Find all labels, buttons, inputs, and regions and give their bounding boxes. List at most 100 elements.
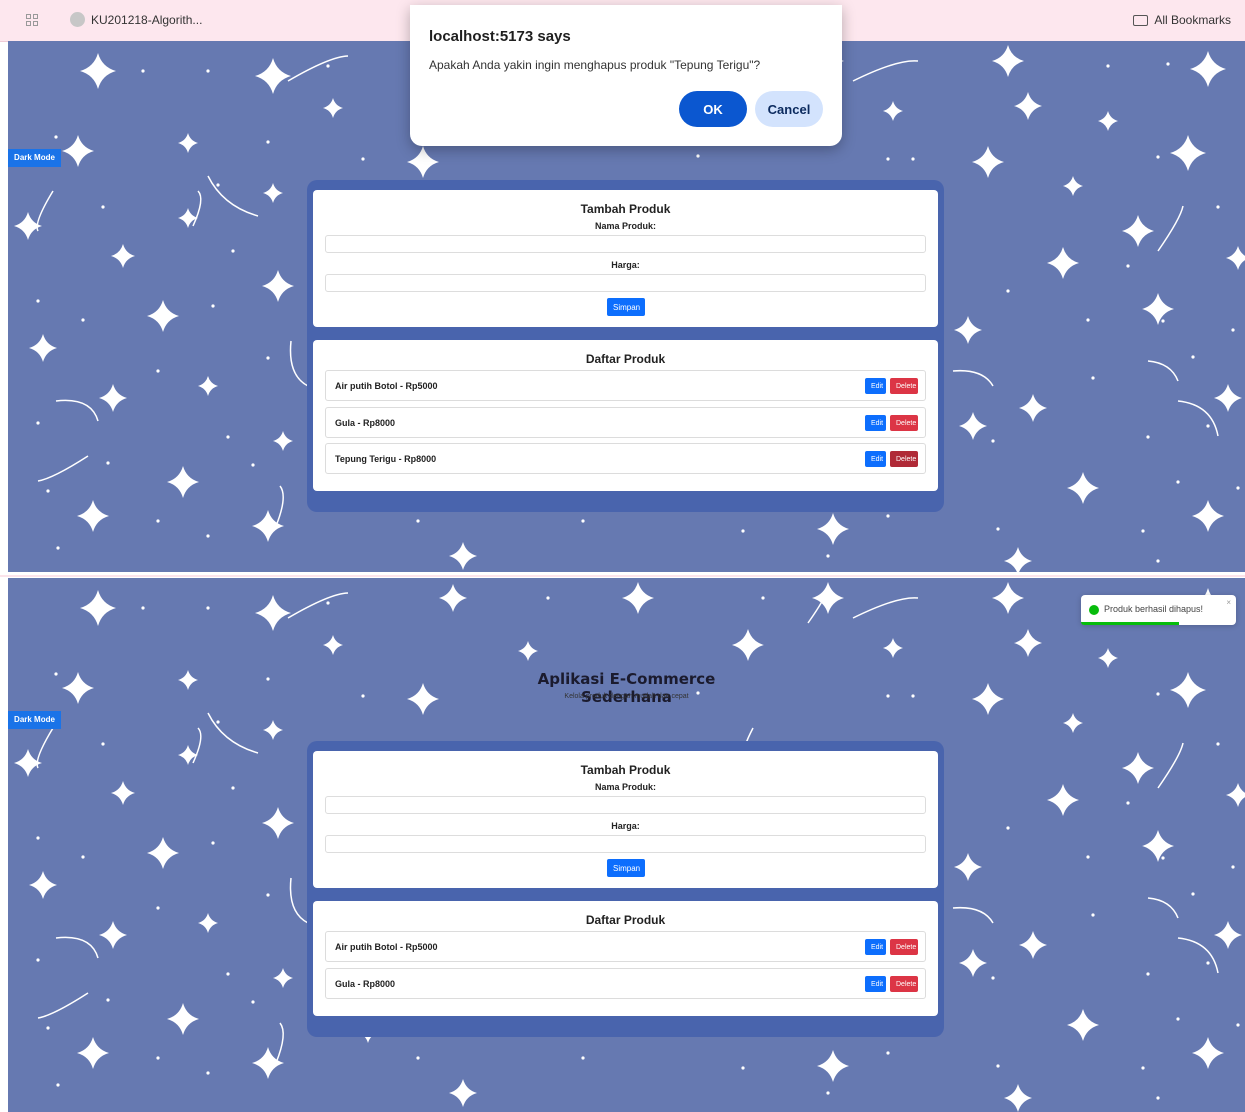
- product-text: Air putih Botol - Rp5000: [335, 942, 438, 952]
- product-name-input[interactable]: [325, 796, 926, 814]
- dot-shape: [141, 606, 145, 610]
- save-button[interactable]: Simpan: [607, 859, 645, 877]
- bookmark-item[interactable]: KU201218-Algorith...: [91, 13, 202, 27]
- star-icon: [1063, 713, 1083, 733]
- star-icon: [959, 949, 987, 977]
- dot-shape: [251, 1000, 255, 1004]
- price-input[interactable]: [325, 835, 926, 853]
- dialog-message: Apakah Anda yakin ingin menghapus produk…: [429, 58, 761, 72]
- star-icon: [1214, 921, 1242, 949]
- toast-progress-bar: [1081, 622, 1179, 625]
- dot-shape: [226, 972, 230, 976]
- star-icon: [622, 582, 654, 614]
- dot-shape: [416, 1056, 420, 1060]
- star-icon: [252, 1047, 284, 1079]
- dot-shape: [101, 742, 105, 746]
- shooting-star-trail: [1157, 742, 1184, 789]
- check-circle-icon: [1089, 605, 1099, 615]
- star-icon: [255, 595, 291, 631]
- delete-button[interactable]: Delete: [890, 451, 918, 467]
- delete-button[interactable]: Delete: [890, 976, 918, 992]
- shooting-star-trail: [192, 727, 202, 764]
- product-name-input[interactable]: [325, 235, 926, 253]
- product-name-label: Nama Produk:: [594, 221, 656, 231]
- dot-shape: [416, 519, 420, 523]
- dot-shape: [1206, 961, 1210, 965]
- dot-shape: [326, 64, 330, 68]
- star-icon: [262, 270, 294, 302]
- dot-shape: [886, 157, 890, 161]
- dot-shape: [106, 998, 110, 1002]
- dot-shape: [36, 958, 40, 962]
- star-icon: [111, 781, 135, 805]
- shooting-star-trail: [1177, 400, 1219, 437]
- edit-button[interactable]: Edit: [865, 939, 886, 955]
- dot-shape: [1006, 826, 1010, 830]
- confirm-dialog: localhost:5173 says Apakah Anda yakin in…: [410, 5, 842, 146]
- delete-button[interactable]: Delete: [890, 939, 918, 955]
- dot-shape: [696, 154, 700, 158]
- dot-shape: [826, 554, 830, 558]
- dot-shape: [1141, 529, 1145, 533]
- dark-mode-button[interactable]: Dark Mode: [8, 149, 61, 167]
- star-icon: [959, 412, 987, 440]
- dot-shape: [1156, 692, 1160, 696]
- edit-button[interactable]: Edit: [865, 415, 886, 431]
- add-product-card: Tambah Produk Nama Produk: Harga: Simpan: [313, 190, 938, 327]
- star-icon: [1226, 246, 1245, 270]
- dot-shape: [1231, 328, 1235, 332]
- star-icon: [178, 133, 198, 153]
- dot-shape: [216, 720, 220, 724]
- dot-shape: [1161, 319, 1165, 323]
- ok-button[interactable]: OK: [679, 91, 747, 127]
- dot-shape: [1236, 1023, 1240, 1027]
- save-button[interactable]: Simpan: [607, 298, 645, 316]
- edit-button[interactable]: Edit: [865, 378, 886, 394]
- apps-grid-icon[interactable]: [26, 14, 38, 26]
- dot-shape: [46, 489, 50, 493]
- shooting-star-trail: [36, 190, 54, 232]
- dot-shape: [1206, 424, 1210, 428]
- edit-button[interactable]: Edit: [865, 976, 886, 992]
- list-item: Tepung Terigu - Rp8000 Edit Delete: [325, 443, 926, 474]
- shooting-star-trail: [287, 55, 349, 82]
- success-toast[interactable]: Produk berhasil dihapus! ×: [1081, 595, 1236, 625]
- star-icon: [1067, 472, 1099, 504]
- dot-shape: [266, 893, 270, 897]
- dot-shape: [1006, 289, 1010, 293]
- all-bookmarks-button[interactable]: All Bookmarks: [1133, 13, 1231, 27]
- dot-shape: [1141, 1066, 1145, 1070]
- dot-shape: [156, 906, 160, 910]
- star-icon: [1004, 547, 1032, 572]
- dot-shape: [911, 694, 915, 698]
- dot-shape: [36, 836, 40, 840]
- delete-button[interactable]: Delete: [890, 415, 918, 431]
- shooting-star-trail: [289, 340, 309, 387]
- star-icon: [147, 300, 179, 332]
- dot-shape: [1231, 865, 1235, 869]
- star-icon: [992, 582, 1024, 614]
- dot-shape: [81, 855, 85, 859]
- add-product-title: Tambah Produk: [580, 202, 671, 216]
- list-item: Gula - Rp8000 Edit Delete: [325, 407, 926, 438]
- star-icon: [323, 98, 343, 118]
- edit-button[interactable]: Edit: [865, 451, 886, 467]
- price-input[interactable]: [325, 274, 926, 292]
- product-text: Air putih Botol - Rp5000: [335, 381, 438, 391]
- star-icon: [29, 334, 57, 362]
- dot-shape: [1146, 435, 1150, 439]
- dot-shape: [54, 672, 58, 676]
- star-icon: [323, 635, 343, 655]
- dark-mode-button[interactable]: Dark Mode: [8, 711, 61, 729]
- close-icon[interactable]: ×: [1226, 598, 1231, 607]
- star-icon: [273, 968, 293, 988]
- star-icon: [147, 837, 179, 869]
- star-icon: [77, 1037, 109, 1069]
- star-icon: [1142, 830, 1174, 862]
- dot-shape: [1216, 205, 1220, 209]
- star-icon: [1047, 784, 1079, 816]
- delete-button[interactable]: Delete: [890, 378, 918, 394]
- star-icon: [80, 53, 116, 89]
- star-icon: [1192, 500, 1224, 532]
- cancel-button[interactable]: Cancel: [755, 91, 823, 127]
